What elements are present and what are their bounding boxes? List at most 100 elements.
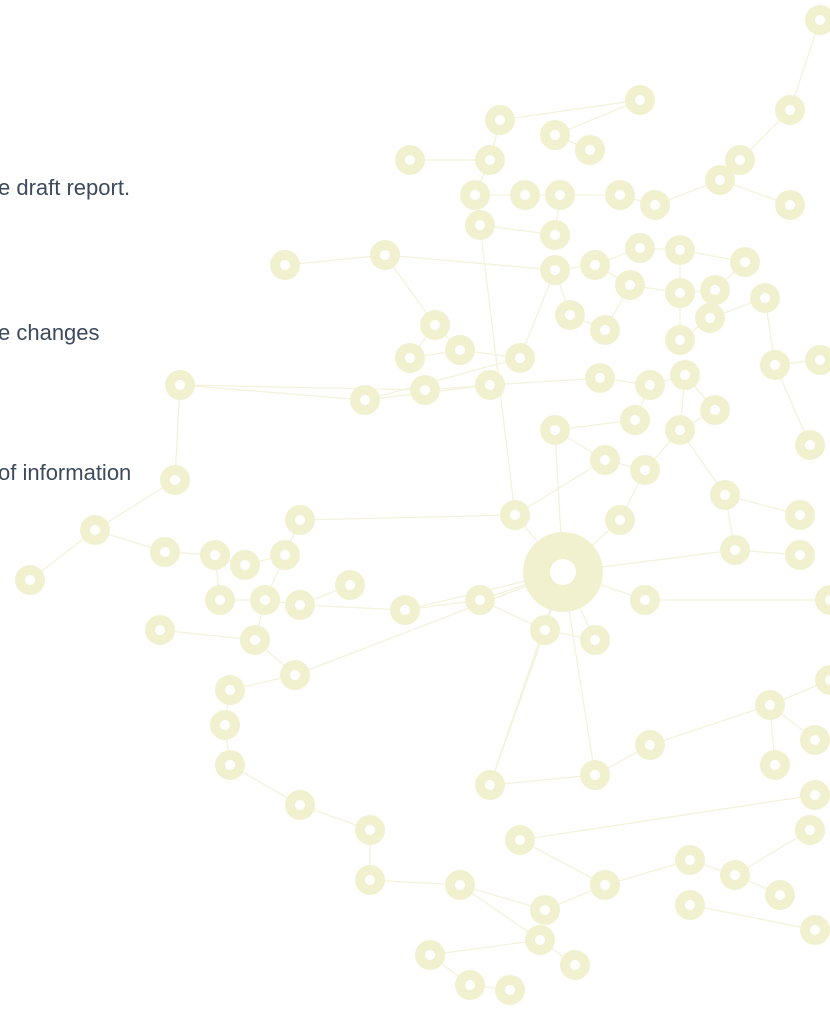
text-line-draft-report: e draft report. xyxy=(0,175,131,200)
network-node xyxy=(350,385,380,415)
network-edge xyxy=(489,377,601,386)
network-node xyxy=(150,537,180,567)
network-edge xyxy=(299,604,406,611)
network-node xyxy=(395,145,425,175)
network-node xyxy=(560,950,590,980)
text-line-information: of information xyxy=(0,460,132,485)
network-node xyxy=(335,570,365,600)
network-node xyxy=(815,665,830,695)
network-node xyxy=(585,363,615,393)
network-node xyxy=(230,550,260,580)
network-node xyxy=(775,95,805,125)
network-node xyxy=(200,540,230,570)
network-node xyxy=(605,180,635,210)
network-node xyxy=(705,165,735,195)
network-node xyxy=(420,310,450,340)
network-node xyxy=(710,480,740,510)
network-node xyxy=(485,105,515,135)
network-node xyxy=(670,360,700,390)
network-node xyxy=(540,120,570,150)
network-edge xyxy=(384,254,556,271)
network-node xyxy=(730,247,760,277)
network-node xyxy=(415,940,445,970)
network-edge xyxy=(294,571,564,676)
network-node xyxy=(630,455,660,485)
network-node xyxy=(540,415,570,445)
network-node xyxy=(465,210,495,240)
network-node xyxy=(525,925,555,955)
network-node xyxy=(590,315,620,345)
network-node xyxy=(590,445,620,475)
network-node xyxy=(800,780,830,810)
network-node xyxy=(675,845,705,875)
network-node xyxy=(580,250,610,280)
network-node xyxy=(505,825,535,855)
network-node xyxy=(590,870,620,900)
network-node xyxy=(523,532,603,612)
network-node xyxy=(800,725,830,755)
network-node xyxy=(625,233,655,263)
network-node xyxy=(270,250,300,280)
network-node xyxy=(270,540,300,570)
network-node xyxy=(390,595,420,625)
network-node xyxy=(215,675,245,705)
network-node xyxy=(530,615,560,645)
network-node xyxy=(795,430,825,460)
network-node xyxy=(285,505,315,535)
network-node xyxy=(635,730,665,760)
network-node xyxy=(615,270,645,300)
network-node xyxy=(555,300,585,330)
network-node xyxy=(795,815,825,845)
network-edge xyxy=(499,99,641,121)
network-node xyxy=(280,660,310,690)
network-node xyxy=(605,505,635,535)
network-node xyxy=(445,335,475,365)
network-node xyxy=(505,343,535,373)
network-node xyxy=(575,135,605,165)
network-node xyxy=(285,590,315,620)
network-node xyxy=(445,870,475,900)
network-node xyxy=(800,915,830,945)
network-node xyxy=(785,540,815,570)
network-edge xyxy=(514,459,606,516)
network-node xyxy=(530,895,560,925)
network-edge xyxy=(689,904,816,931)
network-edge xyxy=(519,794,816,841)
network-node xyxy=(540,255,570,285)
network-node xyxy=(720,860,750,890)
network-node xyxy=(700,395,730,425)
network-node xyxy=(500,500,530,530)
network-node xyxy=(580,760,610,790)
network-node xyxy=(160,465,190,495)
network-node xyxy=(475,770,505,800)
network-node xyxy=(15,565,45,595)
network-node xyxy=(355,865,385,895)
network-node xyxy=(775,190,805,220)
network-node xyxy=(695,303,725,333)
network-node xyxy=(620,405,650,435)
network-node xyxy=(495,975,525,1005)
network-node xyxy=(455,970,485,1000)
network-node xyxy=(540,220,570,250)
network-node xyxy=(80,515,110,545)
network-node xyxy=(805,345,830,375)
network-node xyxy=(240,625,270,655)
network-node xyxy=(465,585,495,615)
network-node xyxy=(815,585,830,615)
network-edge xyxy=(479,224,516,516)
network-node xyxy=(460,180,490,210)
network-node xyxy=(785,500,815,530)
network-edge xyxy=(649,704,771,746)
network-node xyxy=(635,370,665,400)
network-node xyxy=(750,283,780,313)
network-edge xyxy=(429,939,541,956)
network-nodes xyxy=(15,5,830,1005)
network-node xyxy=(665,415,695,445)
network-node xyxy=(215,750,245,780)
network-edge xyxy=(284,254,386,266)
network-node xyxy=(145,615,175,645)
network-node xyxy=(700,275,730,305)
network-edges xyxy=(29,19,830,991)
network-node xyxy=(370,240,400,270)
network-node xyxy=(250,585,280,615)
